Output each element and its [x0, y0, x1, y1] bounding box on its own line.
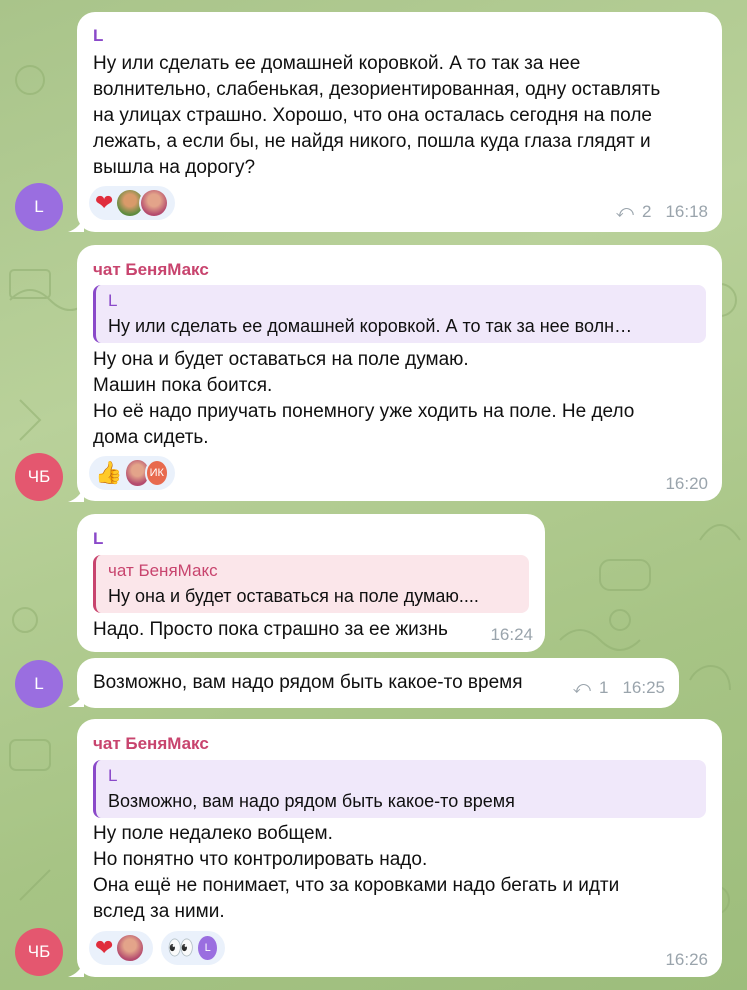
- avatar-cb[interactable]: ЧБ: [15, 928, 63, 976]
- message-text: Ну она и будет оставаться на поле думаю.…: [93, 349, 635, 448]
- reactions[interactable]: 👍 ИК: [89, 456, 175, 490]
- message-meta: 16:24: [490, 625, 533, 645]
- message-text: Ну или сделать ее домашней коровкой. А т…: [93, 53, 661, 178]
- avatar-cb[interactable]: ЧБ: [15, 453, 63, 501]
- reactor-avatar: [139, 188, 169, 218]
- reply-quote[interactable]: чат БеняМакс Ну она и будет оставаться н…: [93, 555, 529, 613]
- reactor-avatar-ik: ИК: [144, 459, 169, 487]
- avatar-l[interactable]: L: [15, 660, 63, 708]
- thumbs-up-emoji: 👍: [95, 460, 123, 485]
- message-bubble[interactable]: чат БеняМакс L Возможно, вам надо рядом …: [77, 719, 722, 977]
- reply-sender: L: [108, 291, 118, 310]
- message-text: Возможно, вам надо рядом быть какое-то в…: [93, 672, 523, 693]
- eyes-emoji: 👀: [167, 935, 195, 960]
- message-text: Ну поле недалеко вобщем. Но понятно что …: [93, 823, 620, 922]
- sender-name[interactable]: L: [93, 26, 103, 46]
- reply-text: Ну или сделать ее домашней коровкой. А т…: [108, 316, 633, 336]
- avatar-initial: ЧБ: [27, 942, 51, 961]
- reply-count: 1: [598, 678, 609, 697]
- avatar-initial: ЧБ: [27, 467, 51, 486]
- message-meta: 16:20: [665, 474, 708, 494]
- reply-quote[interactable]: L Возможно, вам надо рядом быть какое-то…: [93, 760, 706, 818]
- heart-emoji: ❤: [95, 190, 114, 215]
- reactor-avatar: [115, 933, 146, 963]
- message-meta: ⤺ 2 16:18: [616, 202, 708, 222]
- message-meta: 16:26: [665, 950, 708, 970]
- avatar-initial: L: [34, 674, 44, 693]
- reply-count: 2: [641, 202, 652, 221]
- reply-text: Ну она и будет оставаться на поле думаю.…: [108, 586, 479, 606]
- reply-arrow-icon: ⤺: [572, 678, 591, 697]
- reactions[interactable]: ❤: [89, 186, 175, 220]
- message-bubble[interactable]: Возможно, вам надо рядом быть какое-то в…: [77, 658, 679, 708]
- message-bubble[interactable]: L чат БеняМакс Ну она и будет оставаться…: [77, 514, 545, 652]
- reply-text: Возможно, вам надо рядом быть какое-то в…: [108, 791, 515, 811]
- reactions[interactable]: 👀 L: [161, 931, 225, 965]
- message-time: 16:24: [490, 625, 533, 644]
- sender-name[interactable]: чат БеняМакс: [93, 734, 209, 754]
- reply-sender: чат БеняМакс: [108, 561, 218, 580]
- message-time: 16:25: [622, 678, 665, 697]
- reactions[interactable]: ❤: [89, 931, 153, 965]
- reply-sender: L: [108, 766, 118, 785]
- reactor-avatar-l: L: [196, 934, 219, 962]
- message-text: Надо. Просто пока страшно за ее жизнь: [93, 619, 448, 640]
- message-bubble[interactable]: L Ну или сделать ее домашней коровкой. А…: [77, 12, 722, 232]
- avatar-l[interactable]: L: [15, 183, 63, 231]
- message-time: 16:18: [665, 202, 708, 221]
- sender-name[interactable]: L: [93, 529, 103, 549]
- heart-emoji: ❤: [95, 935, 114, 960]
- sender-name[interactable]: чат БеняМакс: [93, 260, 209, 280]
- reply-arrow-icon: ⤺: [615, 202, 634, 221]
- avatar-initial: L: [34, 197, 44, 216]
- message-time: 16:20: [665, 474, 708, 493]
- message-meta: ⤺ 1 16:25: [573, 678, 665, 698]
- reply-quote[interactable]: L Ну или сделать ее домашней коровкой. А…: [93, 285, 706, 343]
- message-bubble[interactable]: чат БеняМакс L Ну или сделать ее домашне…: [77, 245, 722, 501]
- message-time: 16:26: [665, 950, 708, 969]
